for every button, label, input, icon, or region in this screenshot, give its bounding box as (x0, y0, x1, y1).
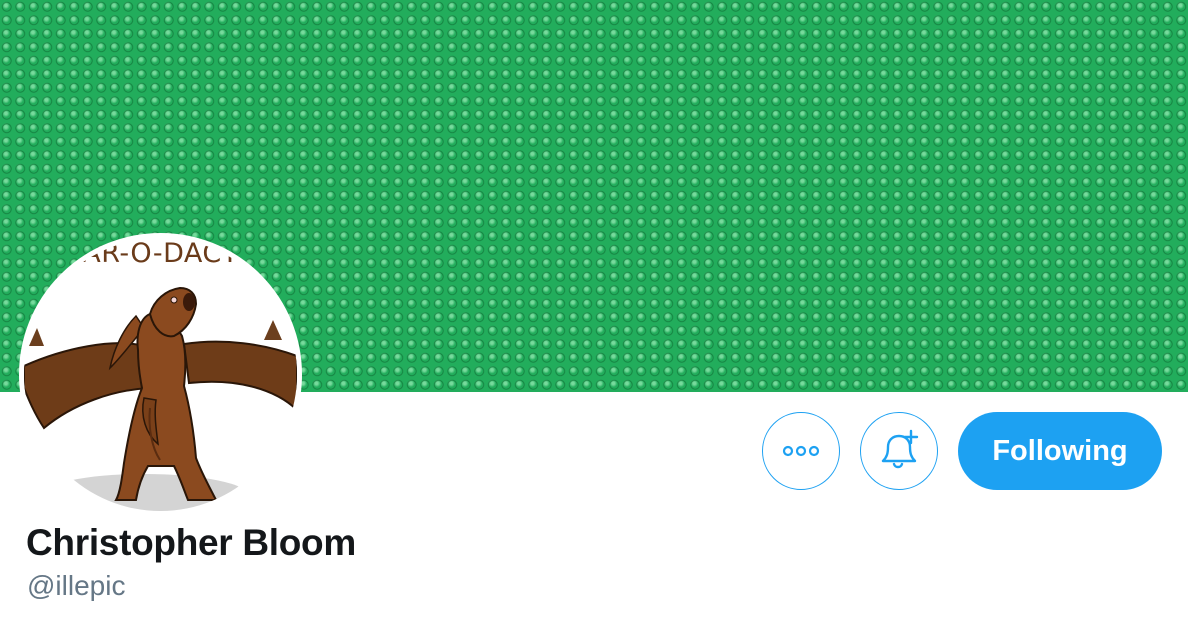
more-options-button[interactable] (762, 412, 840, 490)
avatar[interactable]: AR-O-DACT (19, 233, 302, 516)
notifications-button[interactable] (860, 412, 938, 490)
avatar-illustration (24, 286, 297, 511)
more-horizontal-icon (782, 445, 820, 457)
profile-page: AR-O-DACT Following Christopher Bloom @i… (0, 0, 1188, 620)
avatar-logo-text: AR-O-DACT (82, 238, 239, 269)
bell-plus-icon (881, 429, 919, 469)
following-button[interactable]: Following (958, 412, 1162, 490)
profile-handle: @illepic (27, 570, 126, 601)
profile-name: Christopher Bloom (26, 522, 356, 563)
